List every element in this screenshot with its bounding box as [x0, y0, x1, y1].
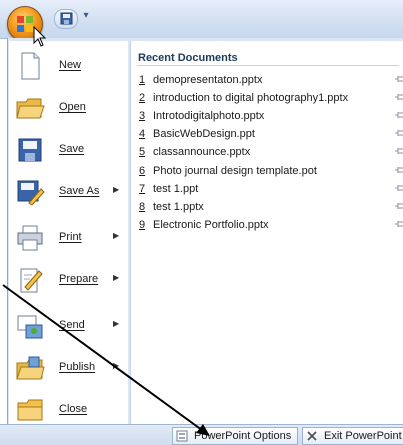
recent-document-name: test 1.pptx [153, 200, 204, 213]
menu-item-save-as[interactable]: Save As ▶ [9, 171, 128, 213]
recent-document-item[interactable]: 8 test 1.pptx [139, 199, 403, 217]
office-menu: New Open Save Save As ▶ Print ▶ Prepare … [7, 38, 403, 428]
recent-document-name: Electronic Portfolio.pptx [153, 218, 269, 231]
send-icon [17, 315, 43, 339]
options-icon [176, 430, 188, 442]
recent-document-number: 2 [139, 92, 146, 105]
menu-item-publish[interactable]: Publish ▶ [9, 347, 128, 389]
publish-icon [16, 356, 45, 380]
recent-document-item[interactable]: 4 BasicWebDesign.ppt [139, 126, 403, 144]
recent-documents-heading: Recent Documents [138, 52, 238, 64]
menu-item-print[interactable]: Print ▶ [9, 217, 128, 259]
menu-item-label: Send [59, 319, 85, 331]
pin-icon[interactable] [394, 218, 403, 230]
recent-document-name: introduction to digital photography1.ppt… [153, 92, 349, 105]
recent-documents-panel: Recent Documents 1 demopresentaton.pptx 2 i… [130, 41, 403, 426]
mouse-cursor-icon [33, 26, 47, 47]
close-folder-icon [17, 399, 43, 421]
exit-powerpoint-label: Exit PowerPoint [324, 430, 402, 442]
pin-icon[interactable] [394, 91, 403, 103]
recent-document-name: BasicWebDesign.ppt [153, 128, 255, 141]
powerpoint-options-button[interactable]: PowerPoint Options [172, 427, 298, 445]
recent-document-name: Introtodigitalphoto.pptx [153, 110, 265, 123]
menu-item-label: Save As [59, 185, 100, 197]
menu-item-label: Close [59, 403, 88, 415]
pin-icon[interactable] [394, 127, 403, 139]
new-document-icon [21, 52, 40, 80]
recent-document-name: Photo journal design template.pot [153, 164, 317, 177]
save-icon [18, 138, 42, 162]
recent-document-item[interactable]: 2 introduction to digital photography1.pp… [139, 90, 403, 108]
quick-access-dropdown-button[interactable]: ▾ [80, 8, 92, 24]
recent-document-name: classannounce.pptx [153, 146, 251, 159]
menu-item-label: Prepare [59, 273, 99, 285]
menu-item-send[interactable]: Send ▶ [9, 305, 128, 347]
save-as-icon [17, 180, 45, 206]
printer-icon [17, 225, 43, 251]
pin-icon[interactable] [394, 182, 403, 194]
divider [137, 65, 399, 66]
recent-document-item[interactable]: 7 test 1.ppt [139, 181, 403, 199]
pin-icon[interactable] [394, 73, 403, 85]
quick-access-save-button[interactable] [54, 9, 78, 29]
pin-icon[interactable] [394, 109, 403, 121]
menu-item-label: Open [59, 101, 86, 113]
menu-item-prepare[interactable]: Prepare ▶ [9, 259, 128, 301]
recent-document-item[interactable]: 9 Electronic Portfolio.pptx [139, 217, 403, 235]
save-icon [60, 12, 73, 25]
submenu-arrow-icon: ▶ [113, 361, 120, 370]
prepare-icon [20, 268, 43, 293]
menu-item-new[interactable]: New [9, 45, 128, 87]
menu-item-label: Publish [59, 361, 96, 373]
recent-document-item[interactable]: 1 demopresentaton.pptx [139, 72, 403, 90]
recent-document-number: 1 [139, 74, 146, 86]
submenu-arrow-icon: ▶ [113, 319, 120, 328]
recent-document-number: 5 [139, 146, 146, 159]
submenu-arrow-icon: ▶ [113, 185, 120, 194]
menu-item-save[interactable]: Save [9, 129, 128, 171]
title-bar: ▾ [0, 0, 403, 39]
submenu-arrow-icon: ▶ [113, 231, 120, 240]
exit-powerpoint-button[interactable]: Exit PowerPoint [302, 427, 403, 445]
recent-document-number: 6 [139, 164, 146, 177]
command-list: New Open Save Save As ▶ Print ▶ Prepare … [9, 41, 128, 426]
powerpoint-options-label: PowerPoint Options [194, 430, 292, 442]
menu-item-label: Save [59, 143, 85, 155]
menu-item-label: Print [59, 231, 82, 243]
recent-document-name: demopresentaton.pptx [153, 74, 263, 86]
recent-document-item[interactable]: 5 classannounce.pptx [139, 144, 403, 162]
recent-document-number: 8 [139, 200, 146, 213]
menu-footer: PowerPoint Options Exit PowerPoint [0, 424, 403, 445]
menu-item-open[interactable]: Open [9, 87, 128, 129]
recent-document-number: 4 [139, 128, 146, 141]
menu-item-label: New [59, 59, 82, 71]
pin-icon[interactable] [394, 200, 403, 212]
recent-document-name: test 1.ppt [153, 182, 199, 195]
recent-document-number: 3 [139, 110, 146, 123]
open-folder-icon [16, 98, 45, 119]
recent-document-number: 7 [139, 182, 146, 195]
pin-icon[interactable] [394, 164, 403, 176]
submenu-arrow-icon: ▶ [113, 273, 120, 282]
office-logo-icon [17, 16, 33, 32]
recent-document-number: 9 [139, 218, 146, 231]
pin-icon[interactable] [394, 145, 403, 157]
recent-document-item[interactable]: 3 Introtodigitalphoto.pptx [139, 108, 403, 126]
recent-document-item[interactable]: 6 Photo journal design template.pot [139, 163, 403, 181]
close-icon [307, 431, 317, 441]
